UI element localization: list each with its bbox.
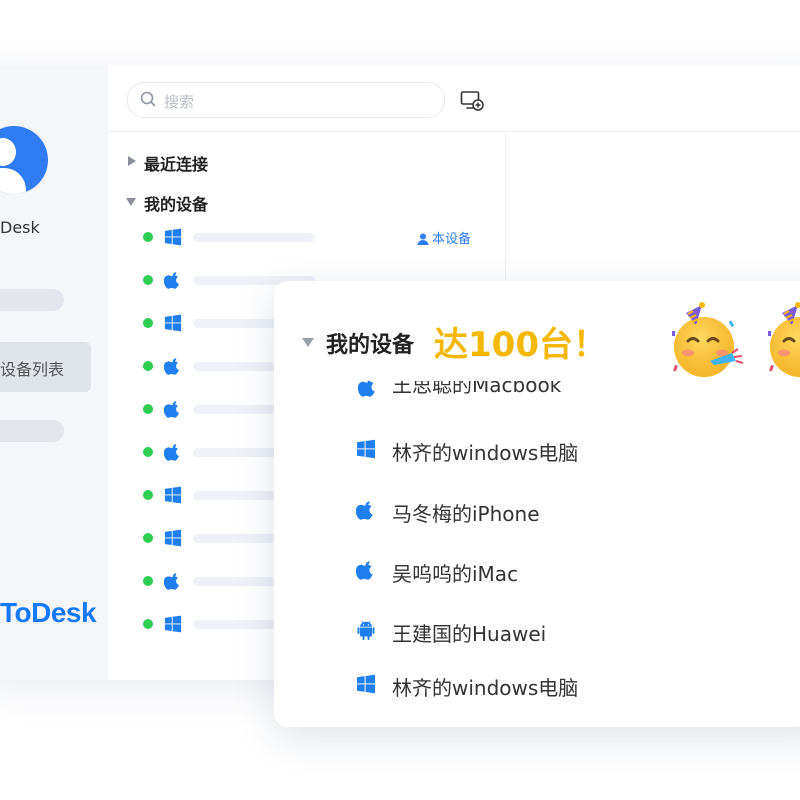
- this-device-badge: 本设备: [417, 228, 471, 247]
- list-item[interactable]: 马冬梅的iPhone: [354, 496, 800, 526]
- online-status-dot: [143, 619, 153, 629]
- device-name: 林齐的windows电脑: [392, 441, 579, 465]
- sidebar-brand-name: Desk: [0, 218, 40, 237]
- brand-logo: ToDesk: [0, 597, 97, 628]
- android-icon: [356, 620, 376, 640]
- list-item[interactable]: 王思聪的Macbook: [354, 381, 654, 401]
- search-placeholder: 搜索: [164, 93, 195, 111]
- windows-icon: [356, 674, 376, 694]
- expand-arrow-icon[interactable]: [128, 156, 136, 166]
- apple-icon: [164, 271, 182, 289]
- online-status-dot: [143, 490, 153, 500]
- card-title: 我的设备: [326, 333, 415, 358]
- collapse-arrow-icon[interactable]: [126, 198, 136, 206]
- apple-icon: [164, 400, 182, 418]
- apple-icon: [356, 500, 376, 520]
- table-row[interactable]: 本设备: [140, 227, 500, 247]
- avatar[interactable]: [0, 126, 48, 194]
- avatar-head-shape: [0, 138, 16, 166]
- device-name-placeholder: [193, 233, 315, 242]
- this-device-label: 本设备: [432, 232, 472, 247]
- windows-icon: [164, 486, 182, 504]
- online-status-dot: [143, 232, 153, 242]
- apple-icon: [164, 572, 182, 590]
- tree-group-recent[interactable]: 最近连接: [144, 151, 208, 175]
- device-name: 马冬梅的iPhone: [392, 502, 540, 526]
- sidebar-item-placeholder[interactable]: [0, 289, 64, 311]
- sidebar: Desk 设备列表 ToDesk: [0, 66, 108, 680]
- sidebar-item-placeholder[interactable]: [0, 420, 64, 442]
- card-accent-text: 达100台！: [434, 325, 607, 365]
- apple-icon: [358, 381, 378, 397]
- windows-icon: [164, 615, 182, 633]
- apple-icon: [164, 443, 182, 461]
- device-name: 王思聪的Macbook: [392, 381, 562, 397]
- list-item[interactable]: 林齐的windows电脑: [354, 670, 800, 700]
- device-name: 林齐的windows电脑: [392, 676, 579, 700]
- avatar-body-shape: [0, 168, 26, 194]
- add-device-icon[interactable]: [460, 90, 484, 112]
- windows-icon: [356, 439, 376, 459]
- divider: [108, 131, 800, 132]
- apple-icon: [164, 357, 182, 375]
- device-name: 吴呜呜的iMac: [392, 562, 519, 586]
- windows-icon: [164, 314, 182, 332]
- apple-icon: [356, 560, 376, 580]
- list-item[interactable]: 吴呜呜的iMac: [354, 556, 800, 586]
- online-status-dot: [143, 318, 153, 328]
- search-input[interactable]: 搜索: [127, 82, 445, 118]
- list-item[interactable]: 林齐的windows电脑: [354, 435, 800, 465]
- windows-icon: [164, 228, 182, 246]
- celebration-card: 我的设备 达100台！ 王思聪的Macbook 林齐的windows电脑 马冬梅的…: [274, 281, 800, 727]
- sidebar-item-device-list[interactable]: 设备列表: [0, 342, 91, 392]
- list-item[interactable]: 王建国的Huawei: [354, 616, 800, 646]
- sidebar-item-label: 设备列表: [0, 360, 65, 379]
- online-status-dot: [143, 361, 153, 371]
- device-name: 王建国的Huawei: [392, 622, 547, 646]
- online-status-dot: [143, 533, 153, 543]
- collapse-arrow-icon: [302, 338, 314, 347]
- online-status-dot: [143, 404, 153, 414]
- party-face-icon: [762, 301, 800, 381]
- tree-group-my-devices[interactable]: 我的设备: [144, 191, 208, 215]
- windows-icon: [164, 529, 182, 547]
- online-status-dot: [143, 447, 153, 457]
- online-status-dot: [143, 576, 153, 586]
- online-status-dot: [143, 275, 153, 285]
- search-icon: [140, 91, 156, 107]
- user-icon: [417, 233, 429, 245]
- party-face-icon: [666, 301, 746, 381]
